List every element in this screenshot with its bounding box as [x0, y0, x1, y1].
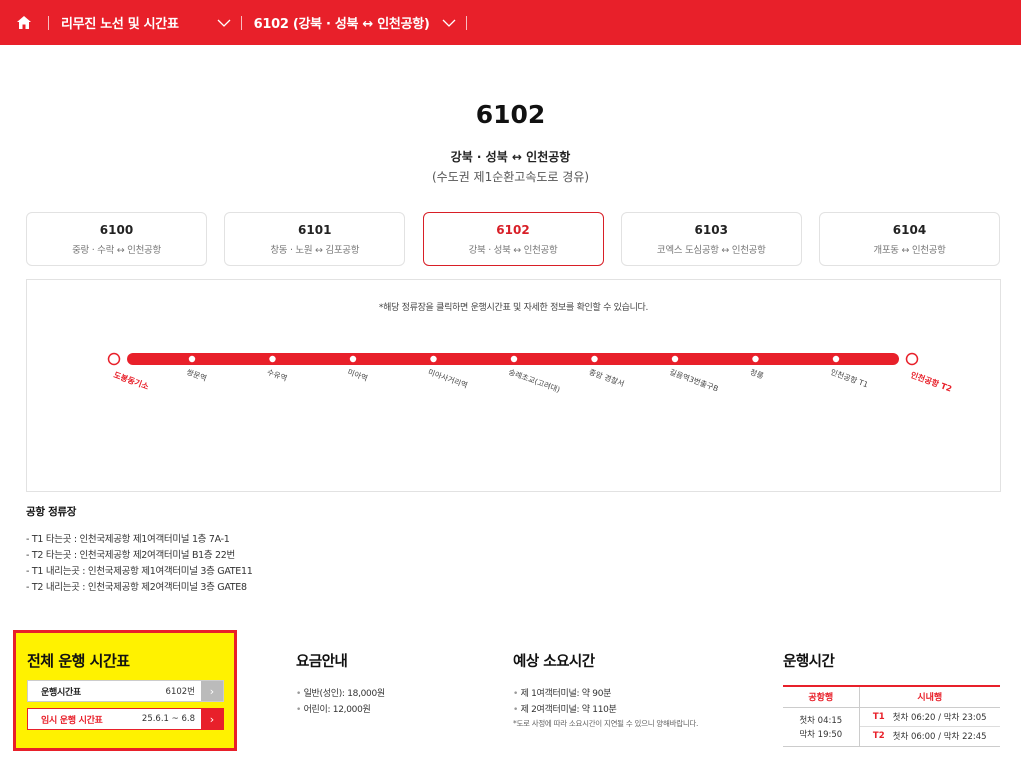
stop-marker[interactable]: [832, 355, 840, 363]
page-title: 6102: [475, 100, 546, 129]
route-card-6101[interactable]: 6101 창동 · 노원 ↔ 김포공항: [224, 212, 406, 266]
operating-hours: 운행시간 공항행 시내행 첫차 04:15 막차 19:50 T1 첫차 06:…: [783, 650, 1000, 747]
timetable-button-value: 6102번: [165, 687, 195, 697]
route-via: (수도권 제1순환고속도로 경유): [431, 170, 590, 184]
timetable-title: 전체 운행 시간표: [27, 652, 130, 670]
airbound-last: 막차 19:50: [799, 729, 843, 740]
duration-item: 제 2여객터미널: 약 110분: [513, 702, 698, 718]
airbound-times: 첫차 04:15 막차 19:50: [783, 707, 860, 747]
duration-info: 예상 소요시간 제 1여객터미널: 약 90분 제 2여객터미널: 약 110분…: [513, 650, 698, 729]
stop-label-start[interactable]: 도봉동기소: [112, 369, 151, 391]
airport-stop-item: - T2 타는곳 : 인천국제공항 제2여객터미널 B1층 22번: [26, 550, 235, 561]
t1-label: T1: [872, 711, 885, 722]
chevron-right-icon: ›: [201, 709, 223, 729]
fare-item: 어린이: 12,000원: [296, 702, 385, 718]
route-map: *해당 정류장을 클릭하면 운행시간표 및 자세한 정보를 확인할 수 있습니다…: [26, 279, 1001, 492]
airport-stop-item: - T1 내리는곳 : 인천국제공항 제1여객터미널 3층 GATE11: [26, 566, 253, 577]
temporary-timetable-value: 25.6.1 ~ 6.8: [141, 714, 195, 724]
stop-marker[interactable]: [430, 355, 437, 363]
citybound-times: T1 첫차 06:20 / 막차 23:05 T2 첫차 06:00 / 막차 …: [859, 707, 1001, 747]
route-card-desc: 중랑 · 수락 ↔ 인천공항: [72, 245, 161, 256]
stop-marker-end[interactable]: [905, 352, 919, 366]
citybound-t1-row: T1 첫차 06:20 / 막차 23:05: [859, 708, 1000, 727]
stop-label[interactable]: 정릉: [749, 366, 765, 380]
airport-stop-item: - T2 내리는곳 : 인천국제공항 제2여객터미널 3층 GATE8: [26, 582, 247, 593]
stop-label[interactable]: 수유역: [266, 366, 289, 382]
airport-stops-title: 공항 정류장: [26, 506, 77, 518]
breadcrumb-route-label: 6102 (강북 · 성북 ↔ 인천공항): [253, 17, 430, 32]
timetable-button[interactable]: 운행시간표 6102번 ›: [27, 680, 224, 702]
stop-label[interactable]: 쌍문역: [185, 366, 208, 382]
stop-label[interactable]: 인천공항 T1: [829, 366, 870, 389]
route-card-number: 6103: [694, 223, 728, 237]
hours-title: 운행시간: [783, 654, 835, 670]
stop-label[interactable]: 미아사거리역: [427, 366, 469, 390]
breadcrumb-category[interactable]: 리무진 노선 및 시간표: [49, 0, 191, 45]
temporary-timetable-label: 임시 운행 시간표: [41, 715, 103, 726]
stop-marker[interactable]: [591, 355, 598, 363]
route-card-number: 6101: [298, 223, 332, 237]
fare-info: 요금안내 일반(성인): 18,000원 어린이: 12,000원: [296, 650, 385, 718]
route-line-svg: 쌍문역 수유역 미아역 미아사거리역 숭례초교(고려대) 종암 경찰서 길음역3번출구B 정릉…: [107, 352, 953, 394]
breadcrumb-route[interactable]: 6102 (강북 · 성북 ↔ 인천공항): [242, 0, 442, 45]
hours-col-citybound: 시내행: [859, 686, 1000, 708]
route-card-number: 6104: [892, 223, 927, 237]
route-card-desc: 개포동 ↔ 인천공항: [873, 245, 946, 256]
citybound-t2-row: T2 첫차 06:00 / 막차 22:45: [860, 727, 1001, 746]
airport-stops: 공항 정류장 - T1 타는곳 : 인천국제공항 제1여객터미널 1층 7A-1…: [26, 504, 253, 596]
chevron-down-icon: [442, 19, 455, 27]
stop-label[interactable]: 숭례초교(고려대): [507, 366, 561, 394]
airbound-first: 첫차 04:15: [799, 715, 843, 726]
timetable-box: 전체 운행 시간표 운행시간표 6102번 › 임시 운행 시간표 25.6.1…: [13, 630, 237, 751]
stop-marker[interactable]: [752, 355, 759, 363]
stop-marker[interactable]: [269, 355, 276, 363]
stop-label-end[interactable]: 인천공항 T2: [909, 369, 953, 393]
hours-col-airbound: 공항행: [783, 686, 860, 708]
timetable-button-label: 운행시간표: [41, 687, 81, 698]
route-card-desc: 코엑스 도심공항 ↔ 인천공항: [656, 245, 766, 256]
stop-marker[interactable]: [188, 355, 196, 363]
fare-item: 일반(성인): 18,000원: [296, 686, 386, 702]
duration-title: 예상 소요시간: [513, 654, 595, 670]
route-card-number: 6100: [99, 223, 134, 237]
nav-divider: [465, 15, 467, 30]
breadcrumb-category-dropdown[interactable]: [191, 0, 241, 45]
stop-marker-start[interactable]: [107, 352, 121, 366]
hours-table: 공항행 시내행 첫차 04:15 막차 19:50 T1 첫차 06:20 / …: [783, 685, 1000, 747]
airport-stop-item: - T1 타는곳 : 인천국제공항 제1여객터미널 1층 7A-1: [26, 534, 230, 545]
stop-label[interactable]: 미아역: [346, 366, 369, 382]
route-card-number: 6102: [496, 223, 530, 237]
chevron-down-icon: [217, 19, 231, 27]
route-selector: 6100 중랑 · 수락 ↔ 인천공항 6101 창동 · 노원 ↔ 김포공항 …: [26, 212, 1000, 266]
home-icon: [17, 16, 31, 29]
fare-title: 요금안내: [296, 654, 348, 670]
chevron-right-icon: ›: [201, 681, 223, 701]
stop-marker[interactable]: [510, 355, 518, 363]
t1-value: 첫차 06:20 / 막차 23:05: [892, 712, 987, 723]
top-nav: 리무진 노선 및 시간표 6102 (강북 · 성북 ↔ 인천공항): [0, 0, 1021, 45]
t2-label: T2: [872, 731, 885, 741]
route-card-6104[interactable]: 6104 개포동 ↔ 인천공항: [819, 212, 1000, 266]
route-card-desc: 창동 · 노원 ↔ 김포공항: [270, 245, 360, 256]
stop-marker[interactable]: [349, 355, 357, 363]
home-button[interactable]: [0, 0, 48, 45]
temporary-timetable-button[interactable]: 임시 운행 시간표 25.6.1 ~ 6.8 ›: [27, 708, 224, 730]
route-name: 강북 · 성북 ↔ 인천공항: [450, 150, 571, 164]
stop-label[interactable]: 길음역3번출구B: [668, 366, 720, 393]
duration-item: 제 1여객터미널: 약 90분: [513, 686, 698, 702]
stop-marker[interactable]: [671, 355, 679, 363]
breadcrumb-route-dropdown[interactable]: [442, 0, 466, 45]
route-card-6103[interactable]: 6103 코엑스 도심공항 ↔ 인천공항: [620, 212, 802, 266]
t2-value: 첫차 06:00 / 막차 22:45: [892, 732, 987, 742]
breadcrumb-category-label: 리무진 노선 및 시간표: [61, 17, 179, 32]
route-card-6100[interactable]: 6100 중랑 · 수락 ↔ 인천공항: [26, 212, 207, 266]
route-card-6102[interactable]: 6102 강북 · 성북 ↔ 인천공항: [422, 212, 604, 266]
route-card-desc: 강북 · 성북 ↔ 인천공항: [468, 245, 558, 256]
stop-label[interactable]: 종암 경찰서: [588, 366, 626, 388]
duration-note: *도로 사정에 따라 소요시간이 지연될 수 있으니 양해바랍니다.: [513, 719, 699, 728]
